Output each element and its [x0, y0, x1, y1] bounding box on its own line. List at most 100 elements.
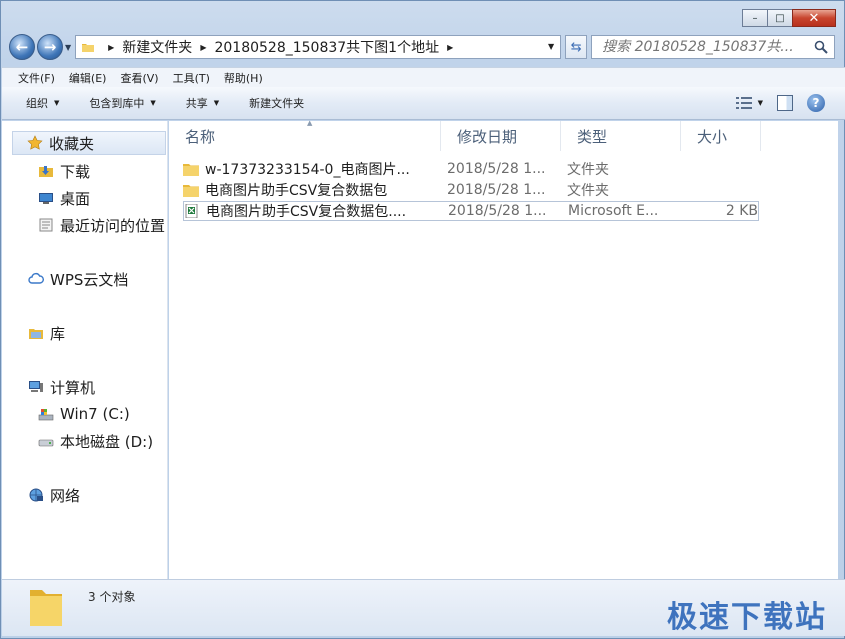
- share-button[interactable]: 共享 ▼: [186, 95, 219, 111]
- breadcrumb-item[interactable]: 20180528_150837共下图1个地址: [214, 37, 439, 57]
- sidebar-item-desktop[interactable]: 桌面: [38, 186, 90, 210]
- column-header-date[interactable]: 修改日期: [441, 121, 561, 151]
- recent-pages-dropdown-icon[interactable]: ▼: [65, 43, 71, 52]
- preview-pane-icon[interactable]: [777, 95, 793, 111]
- cloud-icon: [28, 272, 44, 284]
- organize-label: 组织: [26, 97, 48, 110]
- sort-ascending-icon: ▲: [307, 119, 313, 127]
- menu-edit[interactable]: 编辑(E): [69, 70, 107, 86]
- column-headers: 名称 ▲ 修改日期 类型 大小: [169, 119, 761, 151]
- forward-button[interactable]: →: [37, 34, 63, 60]
- command-bar: 组织 ▼ 包含到库中 ▼ 共享 ▼ 新建文件夹 ▼ ?: [2, 87, 845, 120]
- sidebar-item-label: 收藏夹: [49, 134, 95, 153]
- file-row[interactable]: 电商图片助手CSV复合数据包.... 2018/5/28 1... Micros…: [183, 201, 759, 221]
- file-size: 2 KB: [725, 203, 758, 219]
- sidebar-item-favorites[interactable]: 收藏夹: [12, 131, 166, 155]
- chevron-down-icon: ▼: [213, 99, 220, 107]
- menu-bar: 文件(F) 编辑(E) 查看(V) 工具(T) 帮助(H): [2, 67, 845, 87]
- breadcrumb-separator-icon[interactable]: ▶: [447, 43, 453, 52]
- column-header-label: 名称: [185, 127, 216, 146]
- column-header-name[interactable]: 名称 ▲: [169, 119, 441, 151]
- caption-buttons: – □ ✕: [742, 9, 836, 27]
- column-header-label: 修改日期: [457, 127, 518, 146]
- file-list: 名称 ▲ 修改日期 类型 大小 w-17373233154-0_电商图片... …: [169, 119, 838, 579]
- address-bar[interactable]: ▶ 新建文件夹 ▶ 20180528_150837共下图1个地址 ▶ ▼: [75, 35, 562, 59]
- folder-icon: [82, 44, 95, 52]
- column-header-label: 类型: [577, 127, 608, 146]
- sidebar-item-label: 网络: [50, 486, 81, 505]
- sidebar-item-label: 桌面: [60, 189, 91, 208]
- sidebar-item-computer[interactable]: 计算机: [28, 375, 95, 399]
- recent-places-icon: [39, 218, 53, 232]
- address-row: ← → ▼ ▶ 新建文件夹 ▶ 20180528_150837共下图1个地址 ▶…: [9, 33, 836, 61]
- include-in-library-button[interactable]: 包含到库中 ▼: [89, 95, 155, 111]
- sidebar-item-libraries[interactable]: 库: [28, 321, 65, 345]
- minimize-button[interactable]: –: [742, 9, 768, 27]
- sidebar-item-label: 最近访问的位置: [60, 216, 166, 235]
- menu-view[interactable]: 查看(V): [120, 70, 158, 86]
- address-dropdown-icon[interactable]: ▼: [548, 42, 554, 51]
- file-date: 2018/5/28 1...: [447, 182, 546, 198]
- sidebar-item-label: 下载: [60, 162, 91, 181]
- chevron-down-icon: ▼: [150, 99, 156, 107]
- desktop-icon: [39, 193, 53, 204]
- file-name: 电商图片助手CSV复合数据包: [205, 183, 388, 199]
- chevron-down-icon: ▼: [54, 99, 60, 107]
- view-dropdown-icon[interactable]: ▼: [758, 99, 763, 107]
- file-type: 文件夹: [567, 162, 609, 178]
- new-folder-button[interactable]: 新建文件夹: [249, 95, 304, 111]
- refresh-button[interactable]: ⇆: [565, 35, 588, 59]
- sidebar-item-label: WPS云文档: [50, 270, 129, 289]
- share-label: 共享: [185, 97, 208, 110]
- file-name: 电商图片助手CSV复合数据包....: [206, 204, 407, 220]
- navigation-pane: 收藏夹 下载 桌面 最近访问的位置 WPS云文档 库 计算机 Win7 (C:)…: [2, 121, 168, 579]
- folder-icon: [30, 590, 62, 626]
- file-row[interactable]: 电商图片助手CSV复合数据包 2018/5/28 1... 文件夹: [183, 180, 757, 200]
- back-button[interactable]: ←: [9, 34, 35, 60]
- breadcrumb-separator-icon[interactable]: ▶: [200, 43, 206, 52]
- sidebar-item-label: 本地磁盘 (D:): [60, 432, 154, 451]
- search-input[interactable]: [602, 39, 813, 55]
- drive-icon: [38, 439, 54, 447]
- file-name: w-17373233154-0_电商图片...: [205, 162, 410, 178]
- folder-icon: [183, 185, 199, 197]
- new-folder-label: 新建文件夹: [249, 97, 305, 110]
- computer-icon: [29, 381, 43, 392]
- breadcrumb-separator-icon[interactable]: ▶: [108, 43, 114, 52]
- sidebar-item-downloads[interactable]: 下载: [38, 159, 90, 183]
- sidebar-item-drive-c[interactable]: Win7 (C:): [38, 402, 130, 426]
- file-type: 文件夹: [567, 183, 609, 199]
- column-header-label: 大小: [697, 127, 728, 146]
- organize-button[interactable]: 组织 ▼: [26, 95, 59, 111]
- column-header-size[interactable]: 大小: [681, 121, 761, 151]
- watermark-logo: 极速下载站: [667, 600, 827, 635]
- view-controls: ▼ ?: [722, 94, 825, 112]
- sidebar-item-label: Win7 (C:): [60, 405, 130, 423]
- file-date: 2018/5/28 1...: [448, 203, 547, 219]
- library-icon: [29, 329, 43, 339]
- change-view-icon[interactable]: [735, 96, 752, 110]
- include-library-label: 包含到库中: [89, 97, 145, 110]
- column-header-type[interactable]: 类型: [561, 121, 681, 151]
- sidebar-item-label: 计算机: [50, 378, 96, 397]
- menu-help[interactable]: 帮助(H): [224, 70, 263, 86]
- menu-tools[interactable]: 工具(T): [173, 70, 210, 86]
- sidebar-item-network[interactable]: 网络: [28, 483, 80, 507]
- menu-file[interactable]: 文件(F): [18, 70, 55, 86]
- excel-csv-icon: [185, 204, 198, 218]
- help-icon[interactable]: ?: [807, 94, 825, 112]
- sidebar-item-drive-d[interactable]: 本地磁盘 (D:): [38, 429, 153, 453]
- breadcrumb-item[interactable]: 新建文件夹: [122, 37, 192, 57]
- search-icon[interactable]: [814, 40, 828, 54]
- download-folder-icon: [39, 166, 53, 177]
- file-row[interactable]: w-17373233154-0_电商图片... 2018/5/28 1... 文…: [183, 159, 757, 179]
- sidebar-item-recent[interactable]: 最近访问的位置: [38, 213, 165, 237]
- close-button[interactable]: ✕: [792, 9, 836, 27]
- search-box[interactable]: [591, 35, 836, 59]
- details-pane: 3 个对象 极速下载站: [2, 579, 845, 636]
- refresh-icon: ⇆: [570, 39, 582, 55]
- sidebar-item-wps[interactable]: WPS云文档: [28, 267, 128, 291]
- file-type: Microsoft E...: [568, 203, 659, 219]
- star-icon: [27, 135, 43, 150]
- maximize-button[interactable]: □: [767, 9, 793, 27]
